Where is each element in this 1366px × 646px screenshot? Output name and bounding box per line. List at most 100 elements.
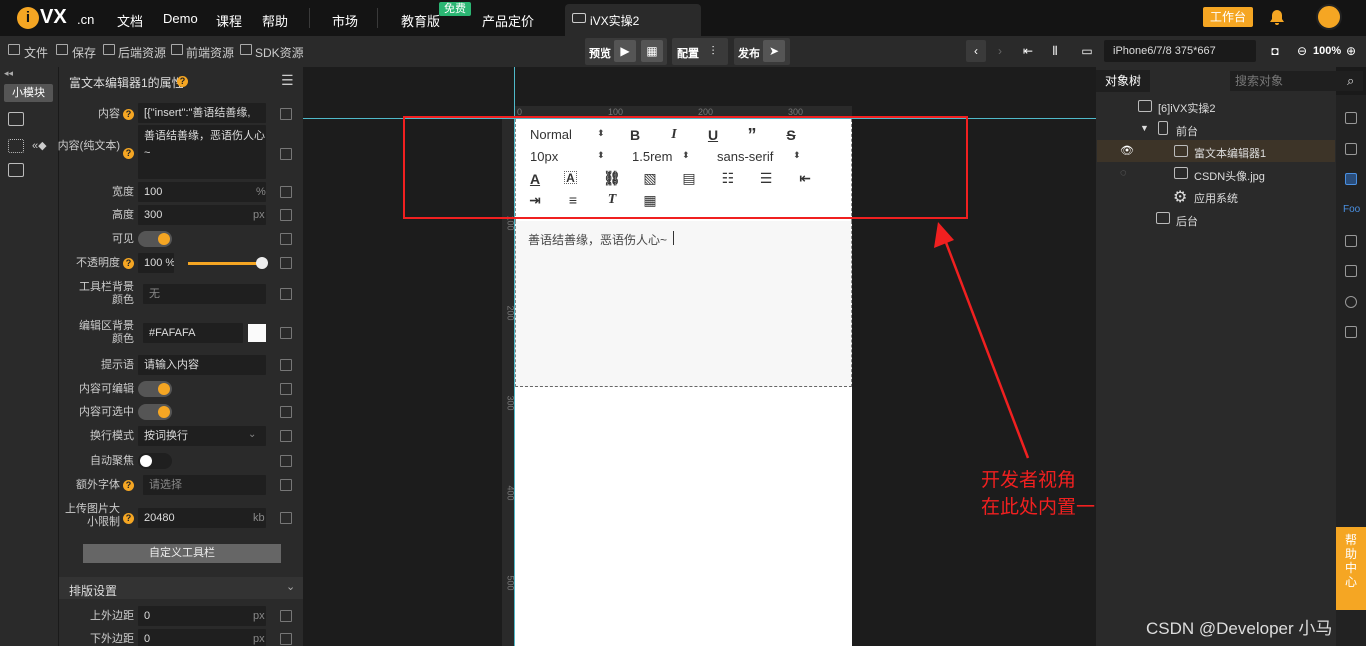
copy-icon[interactable]: [280, 108, 292, 120]
editor-content[interactable]: 善语结善缘，恶语伤人心~: [528, 231, 667, 248]
autofocus-toggle[interactable]: [138, 453, 172, 469]
zoom-in-icon[interactable]: ⊕: [1342, 40, 1360, 62]
copy-icon[interactable]: [280, 406, 292, 418]
nav-edu[interactable]: 教育版: [401, 11, 440, 30]
margin-bottom-field[interactable]: 0: [138, 629, 266, 646]
copy-icon[interactable]: [280, 209, 292, 221]
help-icon[interactable]: ?: [123, 513, 134, 524]
nav-pricing[interactable]: 产品定价: [482, 11, 534, 30]
help-icon[interactable]: ?: [177, 76, 188, 87]
copy-icon[interactable]: [280, 512, 292, 524]
tree-item-app-system[interactable]: 应用系统: [1194, 190, 1238, 206]
tree-item-rich-text[interactable]: 富文本编辑器1: [1194, 145, 1266, 161]
sliders-icon[interactable]: ⫶: [702, 40, 724, 62]
help-icon[interactable]: ?: [123, 109, 134, 120]
margin-top-field[interactable]: 0: [138, 606, 266, 626]
small-module-tab[interactable]: 小模块: [4, 84, 53, 102]
nav-demo[interactable]: Demo: [163, 11, 198, 26]
distribute-icon[interactable]: ⫴: [1045, 40, 1065, 62]
copy-icon[interactable]: [280, 359, 292, 371]
align-icon[interactable]: ⇤: [1018, 40, 1038, 62]
copy-icon[interactable]: [280, 186, 292, 198]
bell-icon[interactable]: [1269, 9, 1285, 26]
opacity-slider[interactable]: [188, 262, 262, 265]
copy-icon[interactable]: [280, 257, 292, 269]
sdk-resources[interactable]: SDK资源: [255, 44, 304, 61]
copy-icon[interactable]: [280, 327, 292, 339]
menu-icon[interactable]: ☰: [281, 72, 294, 89]
height-field[interactable]: 300: [138, 205, 266, 225]
tree-item-image[interactable]: CSDN头像.jpg: [1194, 168, 1265, 184]
selectable-toggle[interactable]: [138, 404, 172, 420]
screenshot-icon[interactable]: ◘: [1266, 40, 1284, 62]
copy-icon[interactable]: [280, 288, 292, 300]
copy-icon[interactable]: [1345, 235, 1357, 247]
nav-courses[interactable]: 课程: [216, 11, 242, 30]
tab-object-tree[interactable]: 对象树: [1096, 70, 1150, 92]
wrap-select[interactable]: 按词换行: [138, 426, 266, 446]
sql-icon[interactable]: [1345, 326, 1357, 338]
help-icon[interactable]: ?: [123, 480, 134, 491]
opacity-slider-handle[interactable]: [256, 257, 268, 269]
nav-help[interactable]: 帮助: [262, 11, 288, 30]
upload-limit-field[interactable]: 20480: [138, 508, 266, 528]
eye-icon[interactable]: 👁: [1120, 144, 1134, 157]
tree-item-root[interactable]: [6]iVX实操2: [1158, 100, 1215, 116]
qrcode-icon[interactable]: ▦: [641, 40, 663, 62]
function-icon[interactable]: Foo: [1343, 204, 1360, 215]
content-field[interactable]: [{"insert":"善语结善缘,: [138, 103, 266, 123]
custom-toolbar-button[interactable]: 自定义工具栏: [83, 544, 281, 563]
search-input[interactable]: 搜索对象: [1230, 71, 1363, 91]
help-center-button[interactable]: 帮助中心: [1336, 527, 1366, 610]
save-button[interactable]: 保存: [72, 44, 96, 61]
settings-icon[interactable]: [8, 139, 24, 153]
copy-icon[interactable]: [280, 610, 292, 622]
event-icon[interactable]: [1345, 173, 1357, 185]
search-list-icon[interactable]: [8, 163, 24, 177]
copy-icon[interactable]: [280, 233, 292, 245]
collapse-icon[interactable]: ◂◂: [4, 68, 13, 79]
placeholder-field[interactable]: 请输入内容: [138, 355, 266, 375]
search-icon[interactable]: ⌕: [1347, 73, 1354, 89]
content-plain-field[interactable]: 善语结善缘，恶语伤人心~: [138, 125, 266, 179]
tree-item-backend[interactable]: 后台: [1176, 213, 1198, 229]
logo-icon[interactable]: i: [17, 7, 39, 29]
copy-icon[interactable]: [280, 455, 292, 467]
nav-docs[interactable]: 文档: [117, 11, 143, 30]
zoom-out-icon[interactable]: ⊖: [1293, 40, 1311, 62]
copy-icon[interactable]: [280, 633, 292, 645]
forward-icon[interactable]: ›: [990, 40, 1010, 62]
workbench-button[interactable]: 工作台: [1203, 7, 1253, 27]
logo[interactable]: VX: [40, 6, 67, 29]
target-icon[interactable]: [1345, 296, 1357, 308]
tree-item-frontend[interactable]: 前台: [1176, 123, 1198, 139]
edit-icon[interactable]: [8, 112, 24, 126]
play-icon[interactable]: ▶: [614, 40, 636, 62]
avatar[interactable]: [1316, 4, 1342, 30]
extra-font-select[interactable]: 请选择: [143, 475, 266, 495]
device-icon[interactable]: ▭: [1075, 40, 1099, 62]
nav-market[interactable]: 市场: [332, 11, 358, 30]
file-menu[interactable]: 文件: [24, 44, 48, 61]
copy-icon[interactable]: [280, 148, 292, 160]
visible-toggle[interactable]: [138, 231, 172, 247]
diamond-icon[interactable]: «◆: [32, 139, 47, 152]
opacity-field[interactable]: 100 %: [138, 253, 174, 273]
chevron-down-icon[interactable]: ⌄: [286, 580, 295, 593]
editable-toggle[interactable]: [138, 381, 172, 397]
device-select[interactable]: iPhone6/7/8 375*667: [1104, 40, 1256, 62]
expand-icon[interactable]: ▼: [1140, 123, 1149, 133]
help-icon[interactable]: ?: [123, 148, 134, 159]
help-icon[interactable]: ?: [123, 258, 134, 269]
toolbar-bg-field[interactable]: 无: [143, 284, 266, 304]
eye-hidden-icon[interactable]: ◌: [1120, 167, 1127, 179]
width-field[interactable]: 100: [138, 182, 266, 202]
swap-icon[interactable]: [1345, 265, 1357, 277]
copy-icon[interactable]: [280, 479, 292, 491]
style-icon[interactable]: [1345, 143, 1357, 155]
frontend-resources[interactable]: 前端资源: [186, 44, 234, 61]
color-swatch[interactable]: [248, 324, 266, 342]
info-icon[interactable]: [1345, 112, 1357, 124]
editor-bg-field[interactable]: #FAFAFA: [143, 323, 243, 343]
backend-resources[interactable]: 后端资源: [118, 44, 166, 61]
